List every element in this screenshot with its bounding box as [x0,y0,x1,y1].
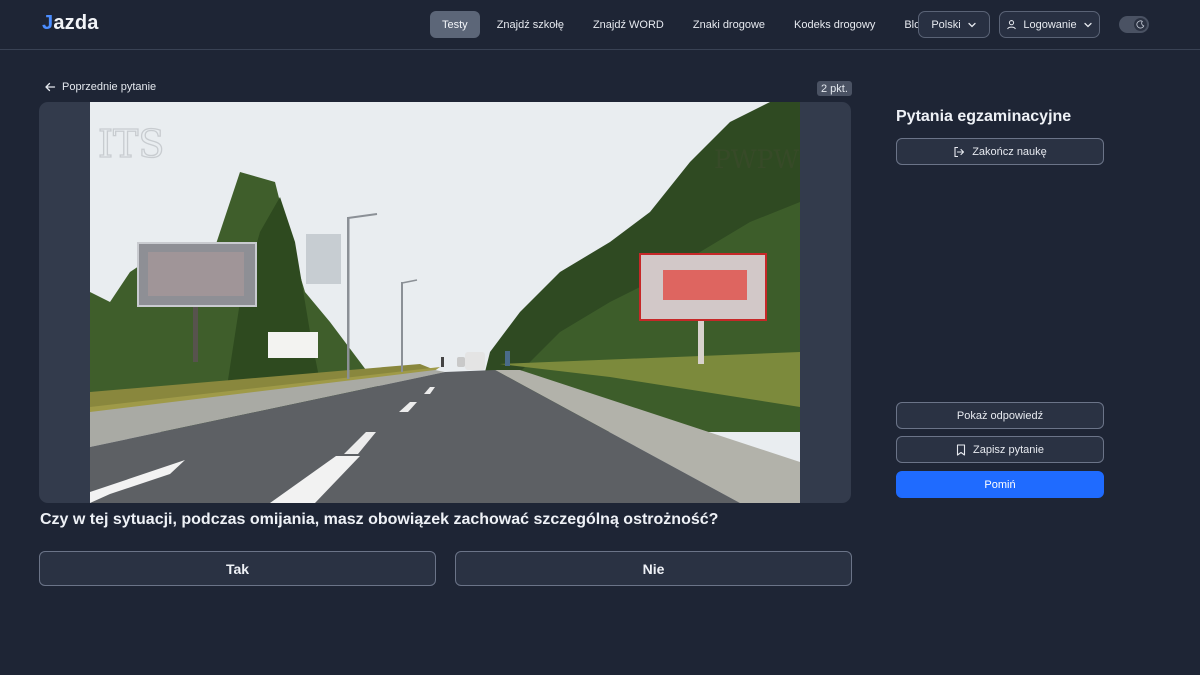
previous-question-label: Poprzednie pytanie [62,81,157,93]
bookmark-icon [956,443,966,456]
language-label: Polski [931,18,961,31]
nav-item-znajdz-szkole[interactable]: Znajdź szkołę [485,11,576,38]
save-question-button[interactable]: Zapisz pytanie [896,436,1104,463]
watermark-left: ITS [98,122,164,166]
end-learning-label: Zakończ naukę [972,145,1047,158]
points-badge: 2 pkt. [817,81,852,96]
nav-item-testy[interactable]: Testy [430,11,480,38]
previous-question-link[interactable]: Poprzednie pytanie [44,81,156,93]
theme-toggle[interactable] [1119,16,1149,33]
skip-button[interactable]: Pomiń [896,471,1104,498]
road-scene-image: ITS PWPW [90,102,800,503]
skip-label: Pomiń [984,478,1016,491]
login-dropdown[interactable]: Logowanie [999,11,1100,38]
nav-item-znajdz-word[interactable]: Znajdź WORD [581,11,676,38]
save-question-label: Zapisz pytanie [973,443,1044,456]
chevron-down-icon [1083,22,1092,27]
answer-yes-button[interactable]: Tak [39,551,436,586]
user-icon [1007,20,1017,30]
panel-title: Pytania egzaminacyjne [896,108,1072,125]
show-answer-button[interactable]: Pokaż odpowiedź [896,402,1104,429]
moon-icon [1134,18,1147,31]
arrow-left-icon [45,82,56,92]
question-media: ITS PWPW [39,102,851,503]
question-text: Czy w tej sytuacji, podczas omijania, ma… [40,511,719,528]
logo[interactable]: Jazda [42,12,99,35]
logo-text: azda [53,12,99,34]
end-learning-button[interactable]: Zakończ naukę [896,138,1104,165]
language-dropdown[interactable]: Polski [918,11,990,38]
main-nav: Testy Znajdź szkołę Znajdź WORD Znaki dr… [430,11,943,38]
nav-item-znaki-drogowe[interactable]: Znaki drogowe [681,11,777,38]
chevron-down-icon [968,22,976,27]
logout-icon [954,146,965,157]
top-navbar: Jazda Testy Znajdź szkołę Znajdź WORD Zn… [0,0,1200,50]
watermark-right: PWPW [714,145,799,174]
nav-item-kodeks-drogowy[interactable]: Kodeks drogowy [782,11,887,38]
logo-mark: J [42,12,54,34]
login-label: Logowanie [1023,18,1077,31]
answer-no-button[interactable]: Nie [455,551,852,586]
show-answer-label: Pokaż odpowiedź [956,409,1044,422]
